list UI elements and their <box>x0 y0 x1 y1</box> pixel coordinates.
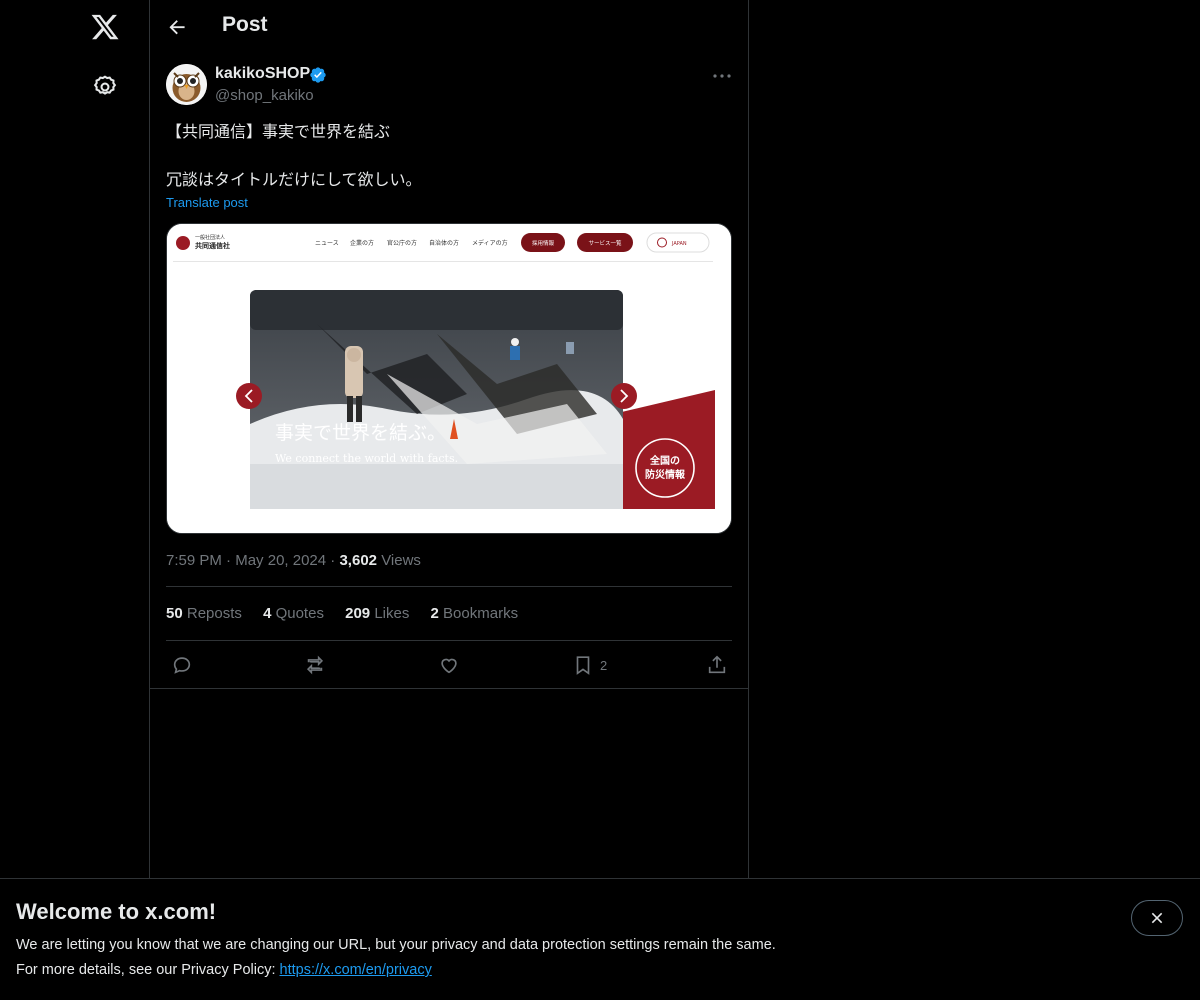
bookmark-button[interactable]: 2 <box>572 652 607 678</box>
carousel-prev-button <box>236 383 262 409</box>
more-icon[interactable] <box>710 64 734 88</box>
site-services-label: サービス一覧 <box>588 239 622 247</box>
site-nav-item: 企業の方 <box>350 239 374 247</box>
bookmarks-label: Bookmarks <box>443 605 519 622</box>
reposts-stat[interactable]: 50 Reposts <box>166 605 242 622</box>
site-nav-item: ニュース <box>315 240 339 247</box>
close-icon <box>1151 912 1163 924</box>
logo-line1: 一般社団法人 <box>195 234 225 241</box>
welcome-banner: Welcome to x.com! We are letting you kno… <box>0 878 1200 1000</box>
tweet-meta: 7:59 PM · May 20, 2024 · 3,602 Views <box>166 552 421 569</box>
verified-badge-icon <box>310 67 326 83</box>
tweet-time[interactable]: 7:59 PM <box>166 552 222 569</box>
page-header: Post <box>150 0 748 54</box>
author-handle[interactable]: @shop_kakiko <box>215 87 314 104</box>
quotes-stat[interactable]: 4 Quotes <box>263 605 324 622</box>
privacy-policy-link[interactable]: https://x.com/en/privacy <box>280 962 432 978</box>
reposts-label: Reposts <box>186 605 242 622</box>
share-button[interactable] <box>706 652 728 678</box>
reposts-count: 50 <box>166 605 183 622</box>
views-label: Views <box>381 552 421 569</box>
share-icon <box>708 655 726 674</box>
left-rail <box>0 0 149 1000</box>
site-recruit-label: 採用情報 <box>532 239 555 247</box>
likes-stat[interactable]: 209 Likes <box>345 605 409 622</box>
translate-post-link[interactable]: Translate post <box>166 195 248 210</box>
reply-icon <box>173 657 191 674</box>
kyodo-logo-mark <box>176 236 190 250</box>
reply-button[interactable] <box>171 652 193 678</box>
banner-title: Welcome to x.com! <box>16 899 217 924</box>
site-nav-item: 自治体の方 <box>429 239 459 247</box>
likes-count: 209 <box>345 605 371 622</box>
divider <box>166 586 732 587</box>
banner-message: We are letting you know that we are chan… <box>16 937 776 953</box>
page-title: Post <box>222 13 268 36</box>
author-name[interactable]: kakikoSHOP <box>215 65 310 83</box>
banner-privacy-prefix: For more details, see our Privacy Policy… <box>16 962 280 978</box>
hero-subline: We connect the world with facts. <box>275 452 458 465</box>
tweet-media[interactable]: 一般社団法人 共同通信社 ニュース 企業の方 官公庁の方 自治体の方 メディアの… <box>166 223 732 534</box>
like-button[interactable] <box>438 652 460 678</box>
repost-button[interactable] <box>304 652 326 678</box>
disaster-info-badge <box>635 438 695 498</box>
logo-line2: 共同通信社 <box>195 241 230 250</box>
meta-dot: · <box>226 552 236 569</box>
site-lang-label: JAPAN <box>671 241 687 247</box>
divider <box>166 640 732 641</box>
carousel-next-button <box>611 383 637 409</box>
media-screenshot: 一般社団法人 共同通信社 ニュース 企業の方 官公庁の方 自治体の方 メディアの… <box>167 224 731 533</box>
quotes-count: 4 <box>263 605 272 622</box>
main-column: Post kakikoSHOP @shop_kakiko 【共同通信】事実で世界… <box>149 0 749 1000</box>
badge-line1: 全国の <box>649 454 680 467</box>
bookmarks-stat[interactable]: 2 Bookmarks <box>431 605 519 622</box>
divider <box>150 688 748 689</box>
site-nav-item: 官公庁の方 <box>387 239 417 247</box>
engagement-stats: 50 Reposts 4 Quotes 209 Likes 2 Bookmark… <box>166 605 535 622</box>
banner-privacy-line: For more details, see our Privacy Policy… <box>16 962 432 978</box>
views-count: 3,602 <box>339 552 378 569</box>
bookmark-count: 2 <box>600 657 608 673</box>
x-logo-icon[interactable] <box>90 12 120 42</box>
back-arrow-icon[interactable] <box>164 14 190 40</box>
site-nav-item: メディアの方 <box>472 239 508 247</box>
avatar[interactable] <box>166 64 207 105</box>
hero-headline: 事実で世界を結ぶ。 <box>275 422 446 444</box>
repost-icon <box>306 655 324 675</box>
gear-icon[interactable] <box>92 74 118 100</box>
bookmark-icon <box>576 656 590 675</box>
tweet-date[interactable]: May 20, 2024 <box>235 552 326 569</box>
hero-photo: 事実で世界を結ぶ。 We connect the world with fact… <box>250 290 623 509</box>
close-banner-button[interactable] <box>1131 900 1183 936</box>
likes-label: Likes <box>374 605 410 622</box>
bookmarks-count: 2 <box>430 605 439 622</box>
like-icon <box>441 658 457 674</box>
tweet-text: 【共同通信】事実で世界を結ぶ 冗談はタイトルだけにして欲しい。 <box>166 122 422 189</box>
action-bar: 2 <box>166 652 732 678</box>
badge-line2: 防災情報 <box>645 468 686 481</box>
quotes-label: Quotes <box>275 605 324 622</box>
